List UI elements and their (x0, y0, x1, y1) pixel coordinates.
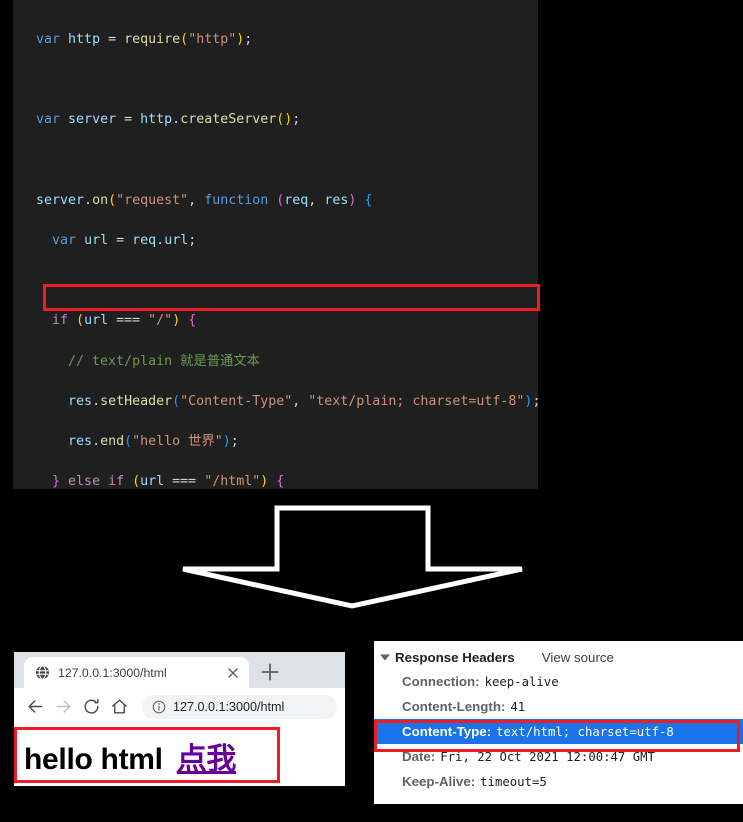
browser-toolbar: 127.0.0.1:3000/html (14, 688, 345, 725)
page-link[interactable]: 点我 (177, 743, 237, 776)
down-arrow-icon (182, 505, 523, 609)
code-line: // text/plain 就是普通文本 (68, 353, 260, 369)
caret-down-icon[interactable] (380, 652, 390, 662)
address-bar[interactable]: 127.0.0.1:3000/html (142, 694, 337, 719)
header-key: Date: (402, 749, 436, 764)
code-line: res.end("hello 世界"); (68, 433, 239, 449)
view-source-link[interactable]: View source (542, 650, 614, 665)
code-line: server.on("request", function (req, res)… (36, 192, 373, 208)
code-line: var server = http.createServer(); (36, 112, 301, 128)
header-row-content-length[interactable]: Content-Length: 41 (374, 694, 743, 719)
header-value: keep-alive (484, 674, 559, 689)
header-row-content-type[interactable]: Content-Type: text/html; charset=utf-8 (374, 719, 743, 744)
response-headers-panel: Response Headers View source Connection:… (374, 641, 743, 804)
header-value: 41 (510, 699, 526, 714)
globe-icon (35, 665, 50, 680)
header-row-connection[interactable]: Connection: keep-alive (374, 669, 743, 694)
header-value: timeout=5 (480, 774, 547, 789)
code-line: var url = req.url; (52, 233, 197, 249)
back-button[interactable] (22, 694, 48, 720)
page-heading-text: hello html (24, 742, 171, 776)
site-info-icon[interactable] (152, 700, 166, 714)
header-row-keep-alive[interactable]: Keep-Alive: timeout=5 (374, 769, 743, 794)
header-key: Content-Length: (402, 699, 506, 714)
header-key: Keep-Alive: (402, 774, 476, 789)
arrow-left-icon (27, 700, 43, 713)
close-icon[interactable] (225, 665, 241, 681)
home-icon (111, 699, 127, 714)
header-key: Connection: (402, 674, 480, 689)
header-key: Content-Type: (402, 724, 492, 739)
header-row-date[interactable]: Date: Fri, 22 Oct 2021 12:00:47 GMT (374, 744, 743, 769)
browser-tab-strip: 127.0.0.1:3000/html (14, 652, 345, 688)
code-line: res.setHeader("Content-Type", "text/plai… (68, 393, 538, 409)
code-line: var http = require("http"); (36, 32, 253, 48)
browser-tab[interactable]: 127.0.0.1:3000/html (24, 657, 249, 688)
response-headers-title: Response Headers (395, 649, 515, 665)
browser-viewport: hello html 点我 (14, 725, 345, 786)
response-headers-title-row[interactable]: Response Headers View source (374, 645, 743, 669)
reload-button[interactable] (78, 694, 104, 720)
code-line: if (url === "/") { (52, 313, 197, 329)
page-heading: hello html 点我 (24, 734, 236, 778)
code-line: } else if (url === "/html") { (52, 474, 285, 489)
address-bar-url: 127.0.0.1:3000/html (173, 699, 285, 714)
reload-icon (83, 699, 99, 714)
browser-tab-title: 127.0.0.1:3000/html (58, 665, 167, 680)
browser-window: 127.0.0.1:3000/html 127.0.0.1:3000/html … (14, 652, 345, 786)
code-editor[interactable]: var http = require("http"); var server =… (13, 0, 538, 489)
arrow-right-icon (55, 700, 71, 713)
new-tab-icon[interactable] (257, 659, 283, 685)
header-value: text/html; charset=utf-8 (496, 724, 674, 739)
home-button[interactable] (106, 694, 132, 720)
code-content: var http = require("http"); var server =… (13, 10, 538, 489)
header-value: Fri, 22 Oct 2021 12:00:47 GMT (440, 749, 655, 764)
down-arrow-annotation (180, 505, 525, 610)
forward-button[interactable] (50, 694, 76, 720)
